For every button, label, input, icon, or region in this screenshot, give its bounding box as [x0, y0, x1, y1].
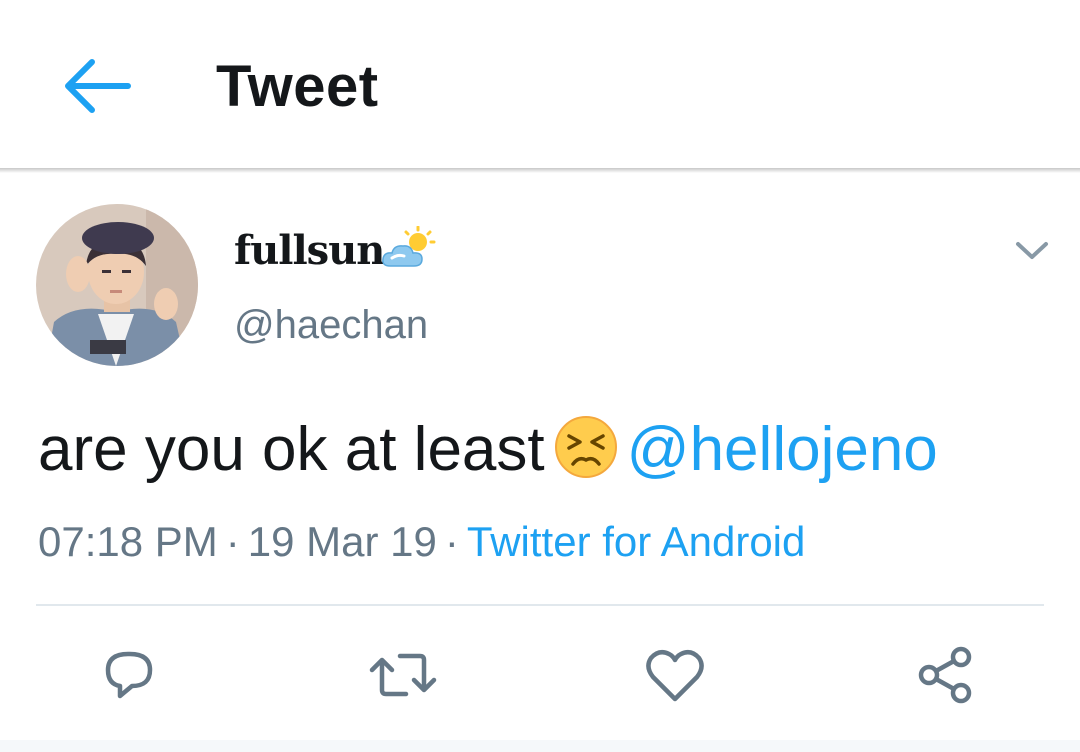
reply-button[interactable] [94, 640, 164, 710]
tweet-meta: 07:18 PM · 19 Mar 19 · Twitter for Android [38, 512, 805, 572]
speech-bubble-icon [105, 651, 153, 699]
meta-separator: · [225, 518, 240, 565]
tweet-date: 19 Mar 19 [247, 518, 437, 565]
tweet-text-content: are you ok at least [38, 415, 545, 484]
app-bar: Tweet [0, 0, 1080, 168]
retweet-button[interactable] [368, 640, 438, 710]
tweet-time: 07:18 PM [38, 518, 218, 565]
display-name[interactable]: fullsun [234, 226, 385, 276]
page-title: Tweet [216, 54, 379, 119]
tweet-source-link[interactable]: Twitter for Android [467, 518, 805, 565]
arrow-left-icon [65, 59, 131, 113]
tweet-detail-screen: Tweet fullsun @haechan are you ok at lea… [0, 0, 1080, 752]
share-icon [918, 646, 972, 704]
tweet-options-button[interactable] [1008, 226, 1056, 274]
share-button[interactable] [910, 640, 980, 710]
user-handle[interactable]: @haechan [234, 300, 428, 350]
back-button[interactable] [52, 46, 142, 126]
meta-separator: · [444, 518, 459, 565]
tweet-text: are you ok at least @hellojeno [38, 410, 938, 490]
persevering-face-emoji [553, 414, 619, 480]
like-button[interactable] [640, 640, 710, 710]
avatar[interactable] [36, 204, 198, 366]
sun-behind-cloud-icon [380, 225, 436, 276]
app-bar-shadow [0, 168, 1080, 173]
retweet-icon [369, 653, 437, 697]
mention-link[interactable]: @hellojeno [627, 415, 938, 484]
user-avatar [36, 204, 198, 366]
divider [36, 604, 1044, 606]
bottom-edge [0, 740, 1080, 752]
chevron-down-icon [1016, 242, 1048, 259]
heart-icon [646, 649, 704, 702]
